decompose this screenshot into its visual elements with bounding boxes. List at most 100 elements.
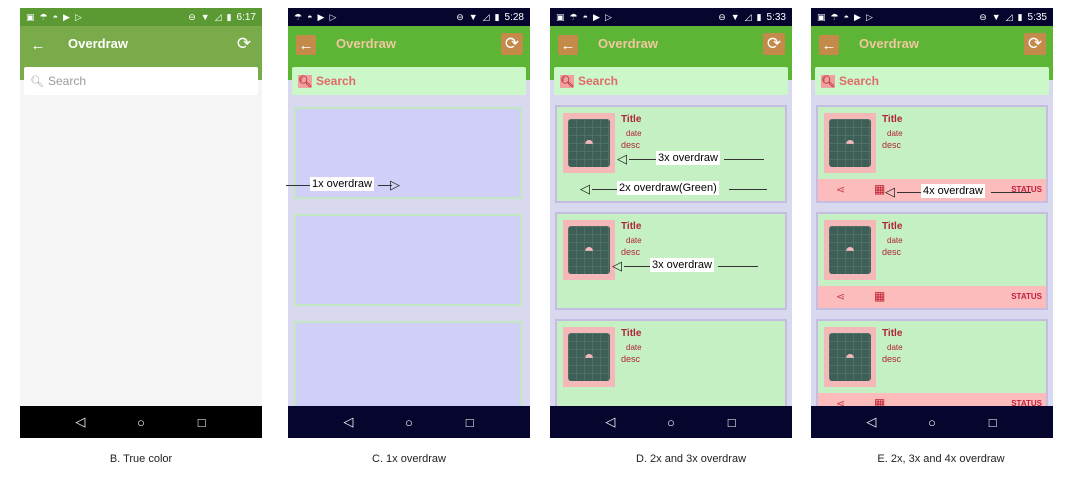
nav-back-icon[interactable]: ◁ xyxy=(600,414,620,430)
annotation-2x: 2x overdraw(Green) xyxy=(617,181,719,195)
search-icon: 🔍︎ xyxy=(560,74,574,88)
status-bar: ▣ ☂ ◓ ▶ ▷ ⊖ ▼ ◿ ▮ 5:35 xyxy=(811,8,1053,26)
list-item[interactable]: ◓ Title date desc xyxy=(555,319,787,406)
list-item[interactable] xyxy=(294,214,522,306)
battery-icon: ▮ xyxy=(756,12,762,22)
list-item[interactable]: ◓ Title date desc ⋖ ▦ STATUS xyxy=(816,212,1048,310)
refresh-icon[interactable]: ⟳ xyxy=(763,33,785,55)
refresh-icon[interactable]: ⟳ xyxy=(501,33,523,55)
annotation-line xyxy=(724,159,764,160)
annotation-line xyxy=(729,189,767,190)
back-arrow-icon[interactable]: ← xyxy=(296,35,316,55)
status-label: STATUS xyxy=(1011,292,1042,301)
calendar-icon[interactable]: ▦ xyxy=(874,182,885,196)
card-date: date xyxy=(887,236,903,245)
app-title: Overdraw xyxy=(598,36,658,51)
status-bar: ▣ ☂ ◓ ▶ ▷ ⊖ ▼ ◿ ▮ 6:17 xyxy=(20,8,262,26)
nav-back-icon[interactable]: ◁ xyxy=(338,414,358,430)
annotation-line xyxy=(991,192,1031,193)
android-icon: ◓ xyxy=(52,12,59,22)
status-bar: ☂ ◓ ▶ ▷ ⊖ ▼ ◿ ▮ 5:28 xyxy=(288,8,530,26)
dnd-icon: ⊖ xyxy=(456,12,464,22)
status-label: STATUS xyxy=(1011,399,1042,406)
nav-home-icon[interactable]: ○ xyxy=(661,415,681,430)
status-bar: ▣ ☂ ◓ ▶ ▷ ⊖ ▼ ◿ ▮ 5:33 xyxy=(550,8,792,26)
calendar-icon[interactable]: ▦ xyxy=(874,289,885,303)
search-input[interactable]: 🔍︎ Search xyxy=(815,67,1049,95)
annotation-3x-b: 3x overdraw xyxy=(650,258,714,272)
nav-back-icon[interactable]: ◁ xyxy=(861,414,881,430)
card-title: Title xyxy=(621,114,642,125)
nav-back-icon[interactable]: ◁ xyxy=(70,414,90,430)
play-icon: ▷ xyxy=(604,12,612,22)
android-icon: ◓ xyxy=(583,239,595,260)
image-icon: ▣ xyxy=(26,12,35,22)
dnd-icon: ⊖ xyxy=(718,12,726,22)
back-arrow-icon[interactable]: ← xyxy=(28,35,48,55)
android-icon: ◓ xyxy=(844,346,856,367)
search-placeholder: Search xyxy=(47,74,86,88)
card-title: Title xyxy=(882,114,903,125)
arrow-left-icon: ◁ xyxy=(612,258,622,273)
card-date: date xyxy=(887,129,903,138)
annotation-line xyxy=(897,192,922,193)
nav-home-icon[interactable]: ○ xyxy=(131,415,151,430)
android-icon: ◓ xyxy=(583,346,595,367)
nav-recent-icon[interactable]: □ xyxy=(192,415,212,430)
list-item[interactable] xyxy=(294,321,522,406)
share-icon[interactable]: ⋖ xyxy=(836,397,845,406)
wifi-icon: ▼ xyxy=(468,12,478,22)
thumbnail: ◓ xyxy=(563,220,615,280)
status-time: 5:28 xyxy=(504,11,524,23)
card-date: date xyxy=(887,343,903,352)
card-desc: desc xyxy=(621,354,641,364)
play-icon: ▶ xyxy=(854,12,861,22)
nav-recent-icon[interactable]: □ xyxy=(983,415,1003,430)
play-icon: ▶ xyxy=(593,12,600,22)
android-icon: ◓ xyxy=(843,12,850,22)
search-input[interactable]: 🔍︎ Search xyxy=(24,67,258,95)
play-icon: ▶ xyxy=(63,12,70,22)
search-input[interactable]: 🔍︎ Search xyxy=(554,67,788,95)
share-icon[interactable]: ⋖ xyxy=(836,183,845,196)
play-icon: ▷ xyxy=(74,12,82,22)
refresh-icon[interactable]: ⟳ xyxy=(1024,33,1046,55)
card-date: date xyxy=(626,236,642,245)
nav-home-icon[interactable]: ○ xyxy=(399,415,419,430)
phone-true-color: ▣ ☂ ◓ ▶ ▷ ⊖ ▼ ◿ ▮ 6:17 ← Overdraw ⟳ 🔍︎ Search ◁ … xyxy=(20,8,262,438)
annotation-1x: 1x overdraw xyxy=(310,177,374,191)
nav-recent-icon[interactable]: □ xyxy=(722,415,742,430)
nav-bar: ◁ ○ □ xyxy=(20,406,262,438)
signal-icon: ◿ xyxy=(482,12,490,22)
arrow-left-icon: ◁ xyxy=(580,181,590,196)
share-icon[interactable]: ⋖ xyxy=(836,290,845,303)
refresh-icon[interactable]: ⟳ xyxy=(233,33,255,55)
back-arrow-icon[interactable]: ← xyxy=(819,35,839,55)
content-area xyxy=(288,100,530,406)
content-area: ◓ Title date desc ◓ Title date desc ◓ Ti… xyxy=(550,100,792,406)
card-title: Title xyxy=(621,221,642,232)
android-icon: ◓ xyxy=(307,12,313,22)
card-date: date xyxy=(626,129,642,138)
image-icon: ▣ xyxy=(817,12,826,22)
caption-d: D. 2x and 3x overdraw xyxy=(635,453,747,465)
list-item[interactable]: ◓ Title date desc ⋖ ▦ STATUS xyxy=(816,319,1048,406)
calendar-icon[interactable]: ▦ xyxy=(874,396,885,406)
app-title: Overdraw xyxy=(859,36,919,51)
dnd-icon: ⊖ xyxy=(188,12,196,22)
thumbnail: ◓ xyxy=(824,327,876,387)
search-input[interactable]: 🔍︎ Search xyxy=(292,67,526,95)
annotation-line xyxy=(624,266,651,267)
arrow-right-icon: ▷ xyxy=(390,177,400,192)
status-time: 5:35 xyxy=(1027,11,1047,23)
card-action-bar: ⋖ ▦ STATUS xyxy=(818,393,1046,406)
back-arrow-icon[interactable]: ← xyxy=(558,35,578,55)
status-time: 6:17 xyxy=(236,11,256,23)
nav-recent-icon[interactable]: □ xyxy=(460,415,480,430)
nav-home-icon[interactable]: ○ xyxy=(922,415,942,430)
status-time: 5:33 xyxy=(766,11,786,23)
annotation-3x-a: 3x overdraw xyxy=(656,151,720,165)
phone-2x-3x-4x-overdraw: ▣ ☂ ◓ ▶ ▷ ⊖ ▼ ◿ ▮ 5:35 ← Overdraw ⟳ 🔍︎ Search ◓ … xyxy=(811,8,1053,438)
card-desc: desc xyxy=(882,354,902,364)
umbrella-icon: ☂ xyxy=(294,12,303,22)
